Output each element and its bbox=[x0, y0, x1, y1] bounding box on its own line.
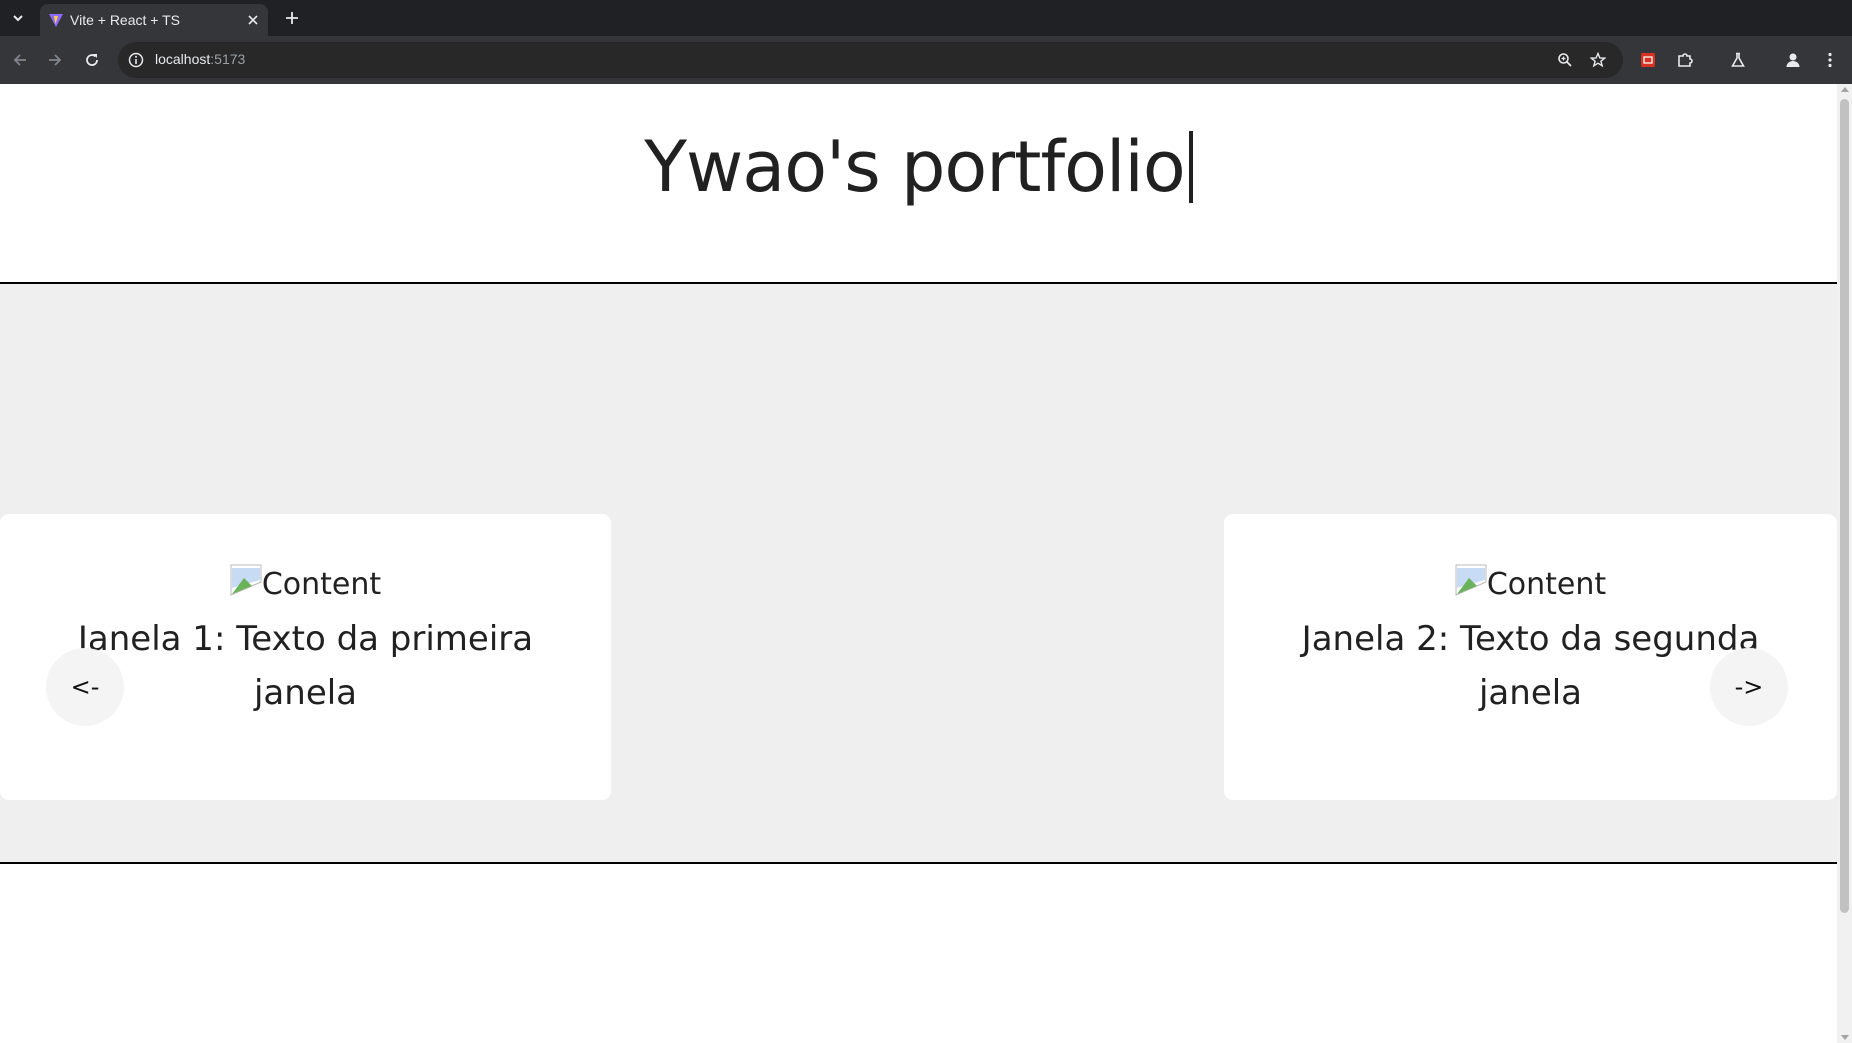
browser-toolbar: localhost:5173 bbox=[0, 36, 1852, 84]
reload-icon[interactable] bbox=[80, 48, 104, 72]
tab-title: Vite + React + TS bbox=[70, 12, 180, 28]
zoom-icon[interactable] bbox=[1555, 50, 1575, 70]
vite-favicon-icon bbox=[48, 12, 64, 28]
bookmark-star-icon[interactable] bbox=[1588, 50, 1608, 70]
page-title: Ywao's portfolio bbox=[0, 126, 1837, 208]
active-tab[interactable]: Vite + React + TS bbox=[40, 4, 268, 36]
forward-icon[interactable] bbox=[43, 48, 67, 72]
previous-button[interactable]: <- bbox=[46, 648, 124, 726]
page-scrollbar[interactable] bbox=[1837, 84, 1852, 1043]
site-info-icon[interactable] bbox=[128, 52, 144, 68]
browser-menu-icon[interactable] bbox=[1818, 48, 1842, 72]
tab-strip: Vite + React + TS bbox=[0, 0, 1852, 36]
profile-avatar-icon[interactable] bbox=[1781, 48, 1805, 72]
back-icon[interactable] bbox=[8, 48, 32, 72]
next-button[interactable]: -> bbox=[1710, 648, 1788, 726]
extension-red-icon[interactable] bbox=[1636, 48, 1660, 72]
card-text: Janela 2: Texto da segunda janela bbox=[1301, 619, 1760, 713]
broken-image-icon bbox=[230, 564, 262, 596]
scroll-up-arrow-icon[interactable] bbox=[1841, 87, 1849, 92]
scrollbar-thumb[interactable] bbox=[1840, 99, 1849, 913]
close-tab-icon[interactable] bbox=[244, 11, 262, 29]
address-bar[interactable]: localhost:5173 bbox=[118, 42, 1623, 78]
new-tab-icon[interactable] bbox=[280, 6, 304, 30]
tab-search-chevron-icon[interactable] bbox=[6, 6, 30, 30]
image-alt-text: Content bbox=[1486, 567, 1607, 602]
scroll-down-arrow-icon[interactable] bbox=[1841, 1035, 1849, 1040]
content-image: Content bbox=[1224, 564, 1837, 602]
labs-flask-icon[interactable] bbox=[1726, 48, 1750, 72]
card-text: Janela 1: Texto da primeira janela bbox=[77, 619, 534, 713]
page-viewport: Ywao's portfolio Content Janela 1: Texto… bbox=[0, 84, 1837, 1043]
extensions-puzzle-icon[interactable] bbox=[1673, 48, 1697, 72]
content-image: Content bbox=[0, 564, 611, 602]
typing-caret bbox=[1188, 131, 1193, 203]
broken-image-icon bbox=[1455, 564, 1487, 596]
image-alt-text: Content bbox=[261, 567, 382, 602]
url-text: localhost:5173 bbox=[155, 51, 246, 67]
